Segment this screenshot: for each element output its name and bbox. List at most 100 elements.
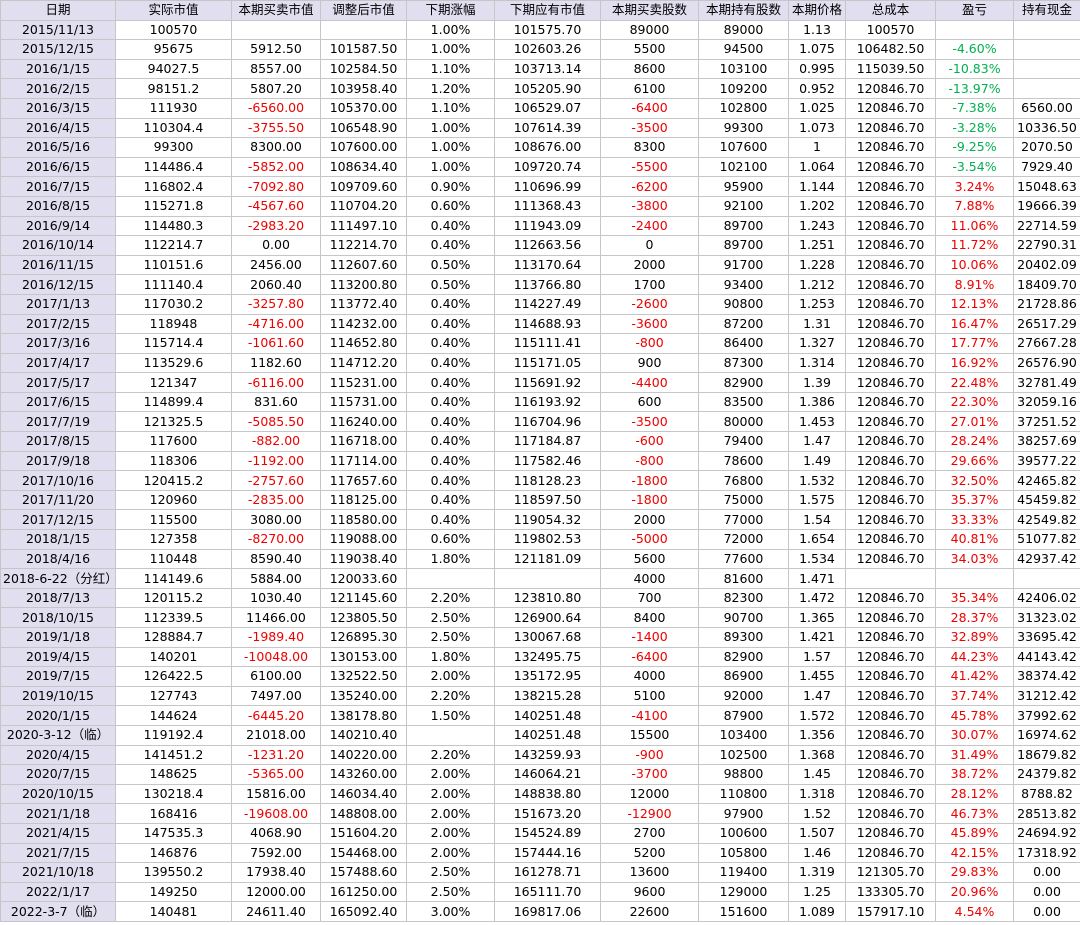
header-actual-market-value[interactable]: 实际市值 (115, 0, 232, 21)
actual-market-value-cell[interactable]: 100570 (115, 19, 232, 41)
held-shares-cell[interactable]: 72000 (698, 529, 789, 550)
header-adjusted-value[interactable]: 调整后市值 (320, 0, 407, 21)
next-target-value-cell[interactable]: 118128.23 (494, 470, 601, 491)
held-shares-cell[interactable]: 98800 (698, 764, 789, 785)
next-target-value-cell[interactable]: 130067.68 (494, 627, 601, 648)
price-cell[interactable]: 1.39 (788, 372, 846, 393)
adjusted-value-cell[interactable]: 140210.40 (320, 724, 407, 746)
next-growth-cell[interactable]: 2.20% (406, 744, 495, 766)
trade-value-cell[interactable]: -6116.00 (231, 372, 321, 393)
trade-shares-cell[interactable]: 2000 (600, 254, 699, 276)
cash-cell[interactable]: 6560.00 (1013, 97, 1080, 119)
header-next-growth[interactable]: 下期涨幅 (406, 0, 495, 21)
trade-shares-cell[interactable]: 0 (600, 235, 699, 256)
price-cell[interactable]: 1.202 (788, 195, 846, 217)
date-cell[interactable]: 2017/11/20 (0, 489, 116, 511)
total-cost-cell[interactable]: 115039.50 (845, 58, 936, 80)
date-cell[interactable]: 2016/2/15 (0, 78, 116, 99)
next-growth-cell[interactable]: 0.40% (406, 391, 495, 413)
header-price[interactable]: 本期价格 (788, 0, 846, 21)
profit-loss-cell[interactable]: 4.54% (935, 901, 1014, 922)
profit-loss-cell[interactable] (935, 568, 1014, 589)
price-cell[interactable]: 1.57 (788, 646, 846, 668)
total-cost-cell[interactable]: 120846.70 (845, 450, 936, 472)
next-target-value-cell[interactable]: 135172.95 (494, 666, 601, 687)
trade-shares-cell[interactable]: -5500 (600, 156, 699, 178)
price-cell[interactable]: 1.319 (788, 862, 846, 883)
next-target-value-cell[interactable]: 107614.39 (494, 117, 601, 139)
held-shares-cell[interactable]: 89700 (698, 215, 789, 237)
next-growth-cell[interactable]: 0.40% (406, 450, 495, 472)
total-cost-cell[interactable]: 120846.70 (845, 137, 936, 158)
next-growth-cell[interactable]: 2.50% (406, 881, 495, 903)
total-cost-cell[interactable]: 120846.70 (845, 783, 936, 805)
price-cell[interactable]: 1.471 (788, 568, 846, 589)
profit-loss-cell[interactable]: 44.23% (935, 646, 1014, 668)
cash-cell[interactable]: 0.00 (1013, 862, 1080, 883)
total-cost-cell[interactable]: 120846.70 (845, 607, 936, 628)
profit-loss-cell[interactable]: 3.24% (935, 176, 1014, 197)
actual-market-value-cell[interactable]: 126422.5 (115, 666, 232, 687)
profit-loss-cell[interactable]: 22.48% (935, 372, 1014, 393)
profit-loss-cell[interactable]: 40.81% (935, 529, 1014, 550)
adjusted-value-cell[interactable]: 126895.30 (320, 627, 407, 648)
actual-market-value-cell[interactable]: 118948 (115, 313, 232, 335)
date-cell[interactable]: 2017/10/16 (0, 470, 116, 491)
profit-loss-cell[interactable]: 46.73% (935, 803, 1014, 824)
trade-shares-cell[interactable]: 9600 (600, 881, 699, 903)
total-cost-cell[interactable]: 120846.70 (845, 666, 936, 687)
profit-loss-cell[interactable]: -3.54% (935, 156, 1014, 178)
date-cell[interactable]: 2015/12/15 (0, 39, 116, 60)
cash-cell[interactable] (1013, 568, 1080, 589)
held-shares-cell[interactable]: 107600 (698, 137, 789, 158)
profit-loss-cell[interactable]: 32.50% (935, 470, 1014, 491)
profit-loss-cell[interactable]: 27.01% (935, 411, 1014, 433)
held-shares-cell[interactable]: 76800 (698, 470, 789, 491)
next-target-value-cell[interactable]: 119802.53 (494, 529, 601, 550)
trade-value-cell[interactable]: 8300.00 (231, 137, 321, 158)
trade-shares-cell[interactable]: -1800 (600, 470, 699, 491)
next-growth-cell[interactable] (406, 568, 495, 589)
cash-cell[interactable]: 37992.62 (1013, 705, 1080, 726)
total-cost-cell[interactable]: 120846.70 (845, 293, 936, 315)
next-target-value-cell[interactable]: 121181.09 (494, 548, 601, 570)
next-growth-cell[interactable]: 0.50% (406, 254, 495, 276)
adjusted-value-cell[interactable]: 107600.00 (320, 137, 407, 158)
trade-shares-cell[interactable]: -12900 (600, 803, 699, 824)
cash-cell[interactable]: 42549.82 (1013, 509, 1080, 531)
adjusted-value-cell[interactable]: 135240.00 (320, 685, 407, 707)
adjusted-value-cell[interactable]: 109709.60 (320, 176, 407, 197)
adjusted-value-cell[interactable] (320, 19, 407, 41)
cash-cell[interactable]: 0.00 (1013, 881, 1080, 903)
next-target-value-cell[interactable]: 126900.64 (494, 607, 601, 628)
price-cell[interactable]: 1.49 (788, 450, 846, 472)
total-cost-cell[interactable]: 120846.70 (845, 470, 936, 491)
adjusted-value-cell[interactable]: 114712.20 (320, 352, 407, 374)
next-target-value-cell[interactable]: 154524.89 (494, 822, 601, 844)
adjusted-value-cell[interactable]: 108634.40 (320, 156, 407, 178)
date-cell[interactable]: 2017/5/17 (0, 372, 116, 393)
held-shares-cell[interactable]: 110800 (698, 783, 789, 805)
actual-market-value-cell[interactable]: 110151.6 (115, 254, 232, 276)
held-shares-cell[interactable]: 95900 (698, 176, 789, 197)
date-cell[interactable]: 2017/9/18 (0, 450, 116, 472)
price-cell[interactable]: 1.534 (788, 548, 846, 570)
price-cell[interactable]: 1.144 (788, 176, 846, 197)
total-cost-cell[interactable]: 120846.70 (845, 274, 936, 295)
actual-market-value-cell[interactable]: 130218.4 (115, 783, 232, 805)
total-cost-cell[interactable]: 120846.70 (845, 215, 936, 237)
profit-loss-cell[interactable]: 16.92% (935, 352, 1014, 374)
date-cell[interactable]: 2016/10/14 (0, 235, 116, 256)
total-cost-cell[interactable]: 120846.70 (845, 764, 936, 785)
next-growth-cell[interactable]: 1.00% (406, 19, 495, 41)
actual-market-value-cell[interactable]: 141451.2 (115, 744, 232, 766)
price-cell[interactable]: 1.025 (788, 97, 846, 119)
date-cell[interactable]: 2019/4/15 (0, 646, 116, 668)
trade-shares-cell[interactable]: -5000 (600, 529, 699, 550)
date-cell[interactable]: 2020-3-12（临） (0, 724, 116, 746)
trade-shares-cell[interactable]: 4000 (600, 666, 699, 687)
header-cash[interactable]: 持有现金 (1013, 0, 1080, 21)
price-cell[interactable]: 1.089 (788, 901, 846, 922)
total-cost-cell[interactable]: 100570 (845, 19, 936, 41)
trade-value-cell[interactable]: -1231.20 (231, 744, 321, 766)
